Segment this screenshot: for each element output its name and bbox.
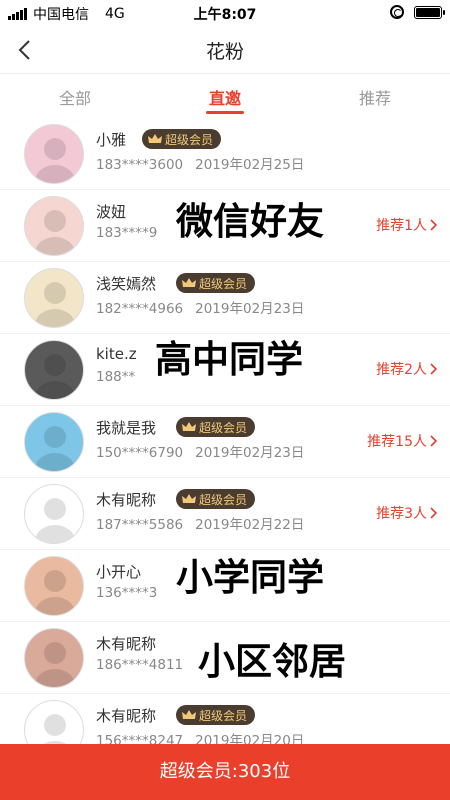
tab-recommended-label: 推荐 xyxy=(358,89,391,108)
overlay-wechat-friends: 微信好友 xyxy=(168,196,332,248)
recommend-count-link[interactable]: 推荐3人 xyxy=(376,503,438,523)
page-title: 花粉 xyxy=(205,41,244,63)
avatar xyxy=(24,340,84,400)
tab-recommended[interactable]: 推荐 xyxy=(300,76,450,118)
chevron-right-icon xyxy=(430,435,438,447)
crown-icon xyxy=(148,134,162,143)
recommend-count-link[interactable]: 推荐15人 xyxy=(367,431,438,451)
member-name: 木有昵称 xyxy=(96,491,157,509)
battery-fill xyxy=(416,7,440,17)
list-item[interactable]: 小雅 超级会员 183****3600 2019年02月25日 xyxy=(0,118,450,190)
avatar-image xyxy=(35,282,75,327)
member-phone: 150****6790 xyxy=(96,445,184,461)
member-name: 波妞 xyxy=(96,203,127,221)
overlay-neighborhood-neighbors: 小区邻居 xyxy=(190,636,354,688)
recommend-count: 推荐1人 xyxy=(376,218,427,234)
member-phone: 183****9 xyxy=(96,225,158,241)
active-tab-indicator xyxy=(206,111,244,114)
overlay-primary-school-classmates: 小学同学 xyxy=(168,552,332,604)
recommend-count: 推荐2人 xyxy=(376,362,427,378)
crown-icon xyxy=(182,494,196,503)
chevron-right-icon xyxy=(430,363,438,375)
list-item[interactable]: 浅笑嫣然 超级会员 182****4966 2019年02月23日 xyxy=(0,262,450,334)
chevron-right-icon xyxy=(430,219,438,231)
avatar xyxy=(24,124,84,184)
member-name: kite.z xyxy=(96,345,137,363)
avatar xyxy=(24,268,84,328)
status-time: 上午8:07 xyxy=(193,7,257,23)
member-date: 2019年02月23日 xyxy=(195,301,305,317)
recommend-count: 推荐3人 xyxy=(376,506,427,522)
avatar xyxy=(24,412,84,472)
avatar-image xyxy=(35,210,75,255)
avatar xyxy=(24,556,84,616)
super-member-badge: 超级会员 xyxy=(176,273,256,293)
member-date: 2019年02月25日 xyxy=(195,157,305,173)
super-member-badge: 超级会员 xyxy=(176,417,256,437)
crown-icon xyxy=(182,422,196,431)
tab-direct-invite-label: 直邀 xyxy=(208,89,241,108)
member-phone: 186****4811 xyxy=(96,657,184,673)
recommend-count-link[interactable]: 推荐1人 xyxy=(376,215,438,235)
list-item[interactable]: 木有昵称 超级会员 187****5586 2019年02月22日 推荐3人 xyxy=(0,478,450,550)
badge-label: 超级会员 xyxy=(199,492,248,507)
tab-all-label: 全部 xyxy=(58,89,91,108)
member-name: 小雅 xyxy=(96,131,127,149)
battery-icon xyxy=(414,5,445,19)
rotation-lock-icon xyxy=(390,5,404,19)
member-phone: 136****3 xyxy=(96,585,158,601)
member-meta: 188** xyxy=(96,369,135,385)
member-name: 浅笑嫣然 xyxy=(96,275,157,293)
tab-all[interactable]: 全部 xyxy=(0,76,150,118)
crown-icon xyxy=(182,710,196,719)
member-meta: 183****3600 2019年02月25日 xyxy=(96,153,304,173)
tab-bar: 全部 直邀 推荐 xyxy=(0,76,450,118)
member-phone: 187****5586 xyxy=(96,517,184,533)
badge-label: 超级会员 xyxy=(199,276,248,291)
avatar xyxy=(24,196,84,256)
member-meta: 182****4966 2019年02月23日 xyxy=(96,297,304,317)
member-meta: 183****9 xyxy=(96,225,157,241)
member-date: 2019年02月23日 xyxy=(195,445,305,461)
avatar-image xyxy=(35,570,75,615)
tab-direct-invite[interactable]: 直邀 xyxy=(150,76,300,118)
recommend-count: 推荐15人 xyxy=(367,434,427,450)
badge-label: 超级会员 xyxy=(199,420,248,435)
super-member-badge: 超级会员 xyxy=(176,489,256,509)
avatar-image xyxy=(35,642,75,687)
chevron-right-icon xyxy=(430,507,438,519)
status-bar: 中国电信 4G 上午8:07 xyxy=(0,0,450,26)
recommend-count-link[interactable]: 推荐2人 xyxy=(376,359,438,379)
list-item[interactable]: 我就是我 超级会员 150****6790 2019年02月23日 推荐15人 xyxy=(0,406,450,478)
member-phone: 183****3600 xyxy=(96,157,184,173)
super-member-count-bar[interactable]: 超级会员:303位 xyxy=(0,744,450,800)
member-meta: 186****4811 xyxy=(96,657,183,673)
avatar-image xyxy=(35,138,75,183)
avatar-image xyxy=(35,498,75,543)
member-name: 木有昵称 xyxy=(96,707,157,725)
overlay-high-school-classmates: 高中同学 xyxy=(147,334,311,386)
status-right xyxy=(390,5,445,19)
avatar xyxy=(24,628,84,688)
super-member-badge: 超级会员 xyxy=(142,129,222,149)
member-phone: 188** xyxy=(96,369,136,385)
avatar-image xyxy=(35,354,75,399)
member-phone: 182****4966 xyxy=(96,301,184,317)
member-meta: 187****5586 2019年02月22日 xyxy=(96,513,304,533)
member-meta: 150****6790 2019年02月23日 xyxy=(96,441,304,461)
super-member-badge: 超级会员 xyxy=(176,705,256,725)
member-meta: 136****3 xyxy=(96,585,157,601)
member-name: 木有昵称 xyxy=(96,635,157,653)
avatar-image xyxy=(35,426,75,471)
badge-label: 超级会员 xyxy=(165,132,214,147)
member-date: 2019年02月22日 xyxy=(195,517,305,533)
avatar xyxy=(24,484,84,544)
nav-bar: 花粉 xyxy=(0,26,450,74)
crown-icon xyxy=(182,278,196,287)
badge-label: 超级会员 xyxy=(199,708,248,723)
member-name: 我就是我 xyxy=(96,419,157,437)
member-name: 小开心 xyxy=(96,563,142,581)
